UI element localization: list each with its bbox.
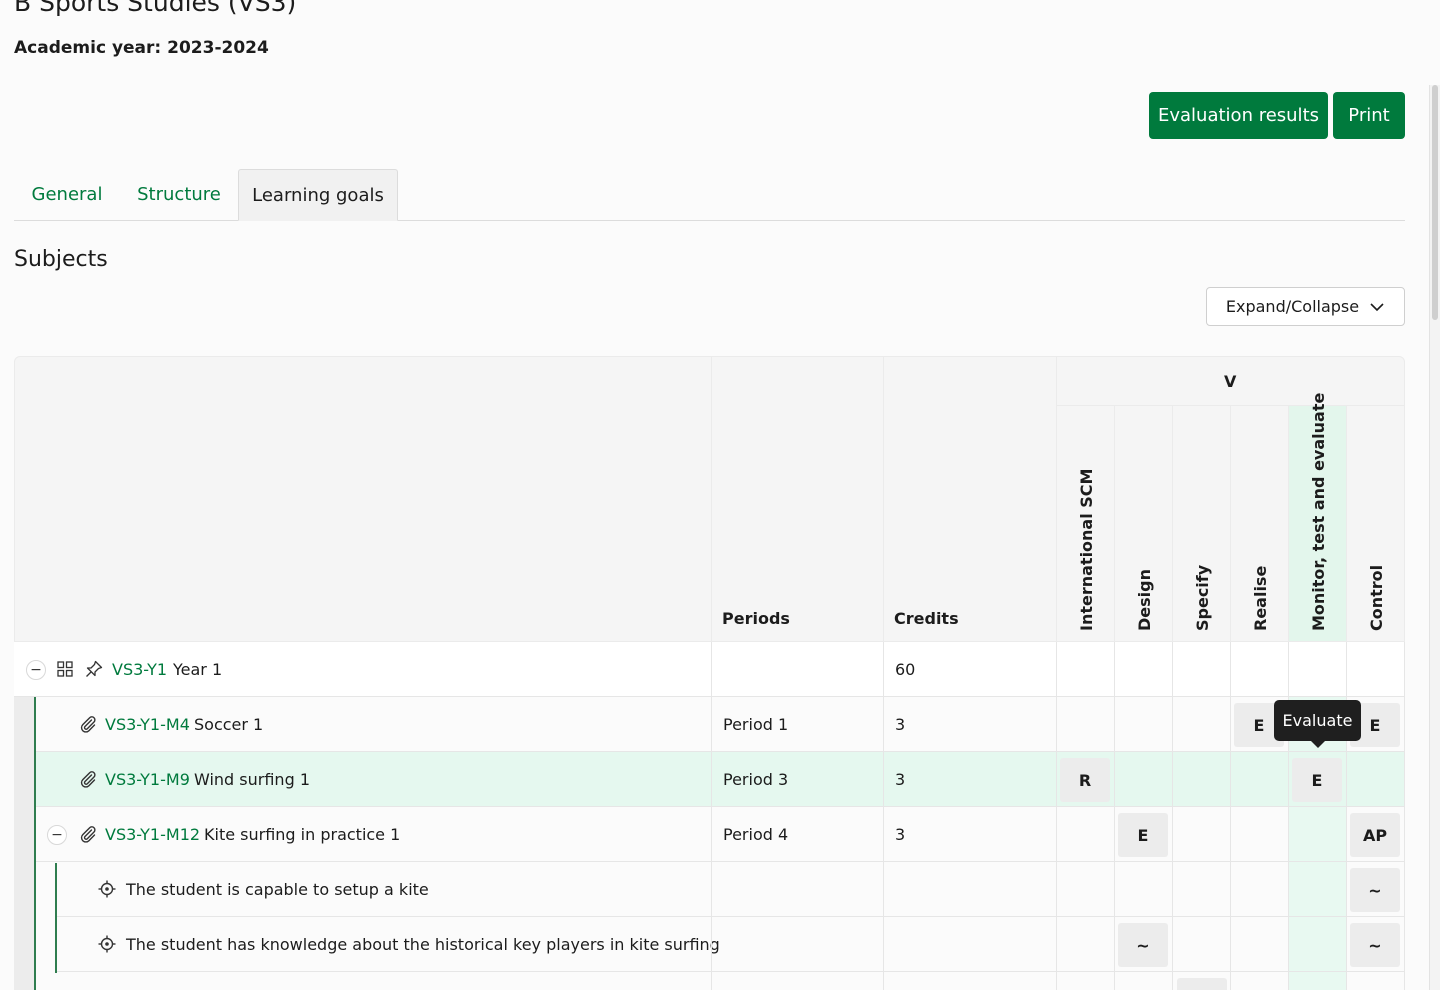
column-divider xyxy=(1288,642,1289,990)
kite-surfing-credits: 3 xyxy=(895,825,906,844)
wind-surfing-monitor-badge[interactable]: E xyxy=(1292,758,1342,802)
header-goal-3-cell: Specify xyxy=(1172,405,1231,642)
soccer-credits: 3 xyxy=(895,715,906,734)
goal-setup-kite-control-badge[interactable]: ~ xyxy=(1350,868,1400,912)
wind-surfing-credits: 3 xyxy=(895,770,906,789)
goal-historical-key-players-text: The student has knowledge about the hist… xyxy=(126,935,720,954)
tab-structure[interactable]: Structure xyxy=(126,169,232,220)
year-code-link[interactable]: VS3-Y1 xyxy=(112,642,167,697)
header-goal-2-cell: Design xyxy=(1114,405,1173,642)
wind-surfing-code-link[interactable]: VS3-Y1-M9 xyxy=(105,752,190,807)
kite-surfing-period: Period 4 xyxy=(723,825,789,844)
header-goal-specify: Specify xyxy=(1193,564,1212,631)
indent-guide xyxy=(14,697,34,990)
collapse-kite-surfing-button[interactable]: − xyxy=(47,825,67,845)
paperclip-icon xyxy=(78,824,98,844)
subjects-title: Subjects xyxy=(14,247,108,272)
kite-surfing-control-badge[interactable]: AP xyxy=(1350,813,1400,857)
kite-surfing-design-badge[interactable]: E xyxy=(1118,813,1168,857)
header-goal-5-cell: Monitor, test and evaluate xyxy=(1288,393,1347,642)
column-divider xyxy=(1114,642,1115,990)
expand-collapse-button[interactable]: Expand/Collapse xyxy=(1206,287,1405,326)
wind-surfing-period: Period 3 xyxy=(723,770,789,789)
column-divider xyxy=(1230,642,1231,990)
goal-historical-control-badge[interactable]: ~ xyxy=(1350,923,1400,967)
header-goal-4-cell: Realise xyxy=(1230,405,1289,642)
column-divider xyxy=(1404,642,1405,990)
goal-setup-kite-text: The student is capable to setup a kite xyxy=(126,880,429,899)
header-goal-1-cell: International SCM xyxy=(1056,405,1115,642)
header-goal-control: Control xyxy=(1367,564,1386,631)
table-row-goal-historical-key-players[interactable]: The student has knowledge about the hist… xyxy=(57,917,1405,972)
year-credits: 60 xyxy=(895,660,916,679)
header-goal-design: Design xyxy=(1135,569,1154,631)
tab-bar: General Structure Learning goals xyxy=(14,169,1405,221)
scrollbar-track[interactable] xyxy=(1429,85,1440,990)
column-divider xyxy=(883,642,884,990)
goal-historical-design-badge[interactable]: ~ xyxy=(1118,923,1168,967)
table-row-goal-setup-kite[interactable]: The student is capable to setup a kite ~ xyxy=(57,862,1405,917)
kite-surfing-code-link[interactable]: VS3-Y1-M12 xyxy=(105,807,200,862)
wind-surfing-international-scm-badge[interactable]: R xyxy=(1060,758,1110,802)
tooltip-arrow xyxy=(1311,741,1325,748)
soccer-period: Period 1 xyxy=(723,715,789,734)
evaluation-results-button[interactable]: Evaluation results xyxy=(1149,92,1328,139)
print-button[interactable]: Print xyxy=(1333,92,1405,139)
table-row-wind-surfing[interactable]: VS3-Y1-M9 Wind surfing 1 Period 3 3 R E xyxy=(36,752,1405,807)
column-divider xyxy=(1172,642,1173,990)
page-title: B Sports Studies (VS3) xyxy=(14,0,297,17)
header-credits-cell: Credits xyxy=(883,356,1057,642)
header-group-v: V xyxy=(1224,372,1237,391)
table-row-year[interactable]: − VS3-Y1 Year 1 60 xyxy=(14,642,1405,697)
header-periods: Periods xyxy=(722,609,790,628)
column-divider xyxy=(1346,642,1347,990)
soccer-name: Soccer 1 xyxy=(194,715,264,734)
header-subject-cell xyxy=(14,356,712,642)
table-row-kite-surfing[interactable]: − VS3-Y1-M12 Kite surfing in practice 1 … xyxy=(36,807,1405,862)
grid-icon[interactable] xyxy=(56,660,74,678)
header-goal-6-cell: Control xyxy=(1346,405,1405,642)
paperclip-icon xyxy=(78,769,98,789)
chevron-down-icon xyxy=(1370,302,1384,311)
header-goal-monitor-test-evaluate: Monitor, test and evaluate xyxy=(1309,392,1328,631)
header-credits: Credits xyxy=(894,609,959,628)
year-name: Year 1 xyxy=(173,660,223,679)
tab-general[interactable]: General xyxy=(14,169,120,220)
table-row-soccer[interactable]: VS3-Y1-M4 Soccer 1 Period 1 3 E E xyxy=(36,697,1405,752)
evaluate-tooltip: Evaluate xyxy=(1274,700,1361,741)
header-goal-realise: Realise xyxy=(1251,565,1270,631)
column-divider xyxy=(1056,642,1057,990)
collapse-year-button[interactable]: − xyxy=(26,660,46,680)
header-periods-cell: Periods xyxy=(711,356,884,642)
header-group-cell: V xyxy=(1056,356,1405,406)
pin-icon[interactable] xyxy=(84,659,104,679)
academic-year: Academic year: 2023-2024 xyxy=(14,38,269,58)
kite-surfing-name: Kite surfing in practice 1 xyxy=(204,825,401,844)
target-icon xyxy=(97,934,117,954)
expand-collapse-label: Expand/Collapse xyxy=(1225,297,1360,316)
partial-next-row-badge[interactable] xyxy=(1177,978,1227,990)
target-icon xyxy=(97,879,117,899)
learning-goals-table: Periods Credits V International SCM Desi… xyxy=(14,356,1405,990)
soccer-code-link[interactable]: VS3-Y1-M4 xyxy=(105,697,190,752)
paperclip-icon xyxy=(78,714,98,734)
scrollbar-thumb[interactable] xyxy=(1432,85,1438,320)
wind-surfing-name: Wind surfing 1 xyxy=(194,770,310,789)
header-goal-international-scm: International SCM xyxy=(1077,468,1096,631)
tab-learning-goals[interactable]: Learning goals xyxy=(238,169,398,221)
column-divider xyxy=(711,642,712,990)
